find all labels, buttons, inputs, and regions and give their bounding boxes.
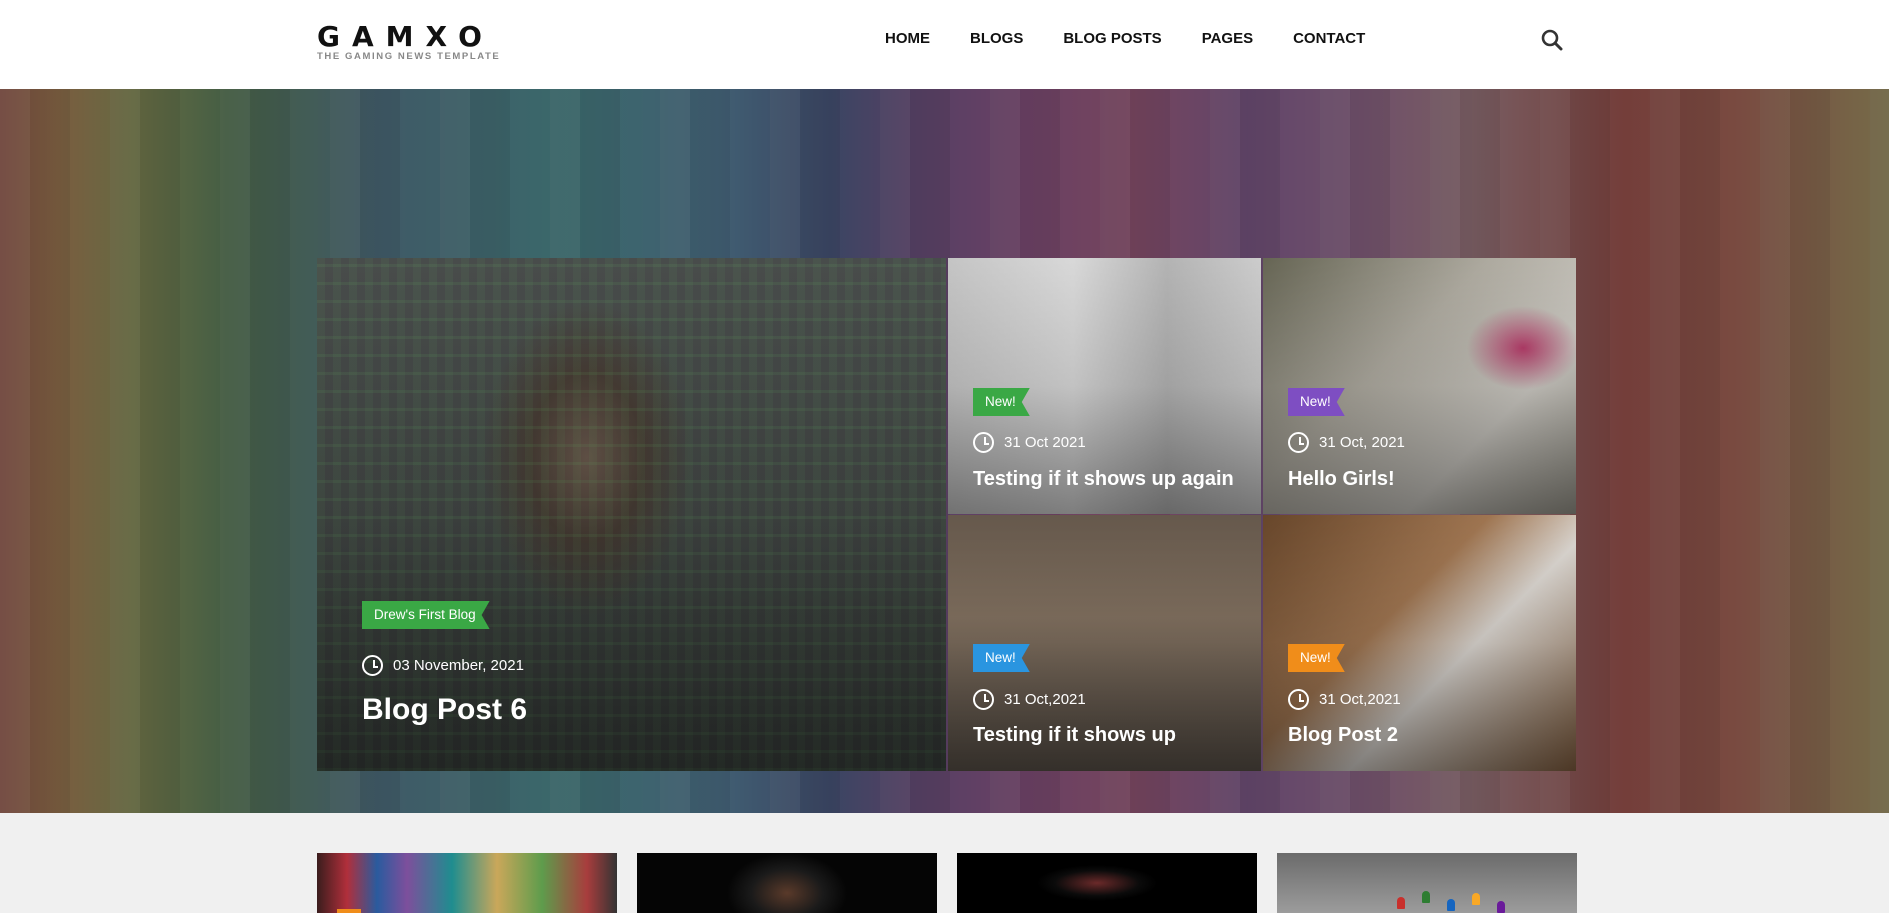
search-icon[interactable] [1541,29,1563,51]
clock-icon [1288,689,1309,710]
featured-main-card[interactable]: Drew's First Blog 03 November, 2021 Blog… [317,258,946,771]
game-piece-decor [1447,899,1455,911]
clock-icon [1288,432,1309,453]
post-card-thumbnail[interactable] [317,853,617,913]
featured-side-card[interactable]: New! 31 Oct, 2021 Hello Girls! [1263,258,1576,514]
post-title[interactable]: Testing if it shows up [973,724,1176,747]
post-title[interactable]: Blog Post 6 [362,693,527,727]
site-header: GAMXO THE GAMING NEWS TEMPLATE HOME BLOG… [0,0,1889,89]
game-piece-decor [1472,893,1480,905]
new-badge[interactable]: New! [1288,644,1345,672]
post-date: 31 Oct, 2021 [1319,434,1405,451]
post-title[interactable]: Blog Post 2 [1288,724,1398,747]
nav-blog-posts[interactable]: BLOG POSTS [1063,30,1161,47]
category-tag[interactable]: Drew's First Blog [362,601,490,629]
clock-icon [973,432,994,453]
game-piece-decor [1422,891,1430,903]
post-title[interactable]: Hello Girls! [1288,468,1395,491]
post-meta: 31 Oct 2021 [973,432,1086,453]
post-meta: 31 Oct,2021 [1288,689,1401,710]
new-badge[interactable]: New! [1288,388,1345,416]
clock-icon [362,655,383,676]
new-badge[interactable]: New! [973,388,1030,416]
site-logo[interactable]: GAMXO THE GAMING NEWS TEMPLATE [317,20,507,63]
nav-pages[interactable]: PAGES [1202,30,1253,47]
category-tag-edge [337,909,361,913]
new-badge[interactable]: New! [973,644,1030,672]
clock-icon [973,689,994,710]
post-date: 31 Oct 2021 [1004,434,1086,451]
post-card-thumbnail[interactable] [957,853,1257,913]
main-nav: HOME BLOGS BLOG POSTS PAGES CONTACT [885,30,1405,47]
post-title[interactable]: Testing if it shows up again [973,468,1234,491]
post-date: 31 Oct,2021 [1319,691,1401,708]
game-piece-decor [1497,901,1505,913]
post-meta: 31 Oct, 2021 [1288,432,1405,453]
post-meta: 03 November, 2021 [362,655,524,676]
featured-side-card[interactable]: New! 31 Oct 2021 Testing if it shows up … [948,258,1261,514]
featured-side-card[interactable]: New! 31 Oct,2021 Blog Post 2 [1263,515,1576,771]
post-meta: 31 Oct,2021 [973,689,1086,710]
post-card-thumbnail[interactable] [637,853,937,913]
logo-wordmark: GAMXO [317,20,494,53]
post-date: 03 November, 2021 [393,657,524,674]
nav-home[interactable]: HOME [885,30,930,47]
featured-side-card[interactable]: New! 31 Oct,2021 Testing if it shows up [948,515,1261,771]
post-card-thumbnail[interactable] [1277,853,1577,913]
game-piece-decor [1397,897,1405,909]
logo-tagline: THE GAMING NEWS TEMPLATE [317,51,501,62]
nav-blogs[interactable]: BLOGS [970,30,1023,47]
post-date: 31 Oct,2021 [1004,691,1086,708]
nav-contact[interactable]: CONTACT [1293,30,1365,47]
